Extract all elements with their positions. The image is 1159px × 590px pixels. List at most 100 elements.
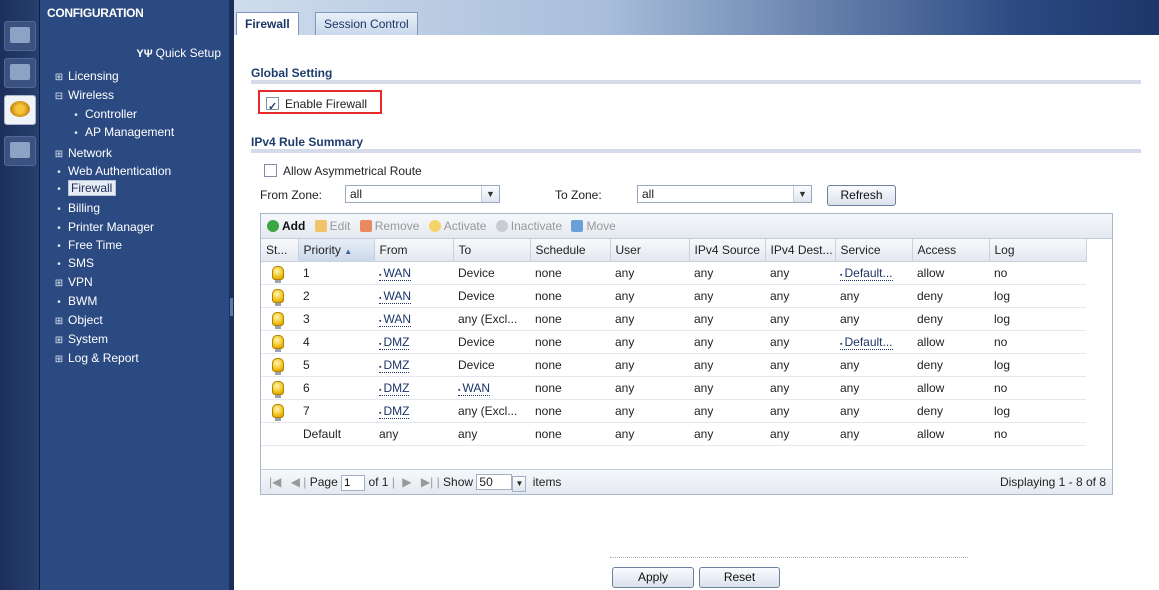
monitor-mode-icon[interactable]: [4, 58, 36, 88]
object-link[interactable]: ▪ DMZ: [379, 358, 410, 373]
column-header-priority[interactable]: Priority ▲: [298, 239, 375, 262]
bulb-active-icon: [272, 288, 284, 306]
column-header-from[interactable]: From: [374, 239, 454, 262]
maintenance-mode-icon[interactable]: [4, 136, 36, 166]
to-cell: any (Excl...: [453, 399, 530, 423]
log-cell: log: [989, 284, 1086, 308]
move-button[interactable]: Move: [571, 219, 616, 233]
apply-button[interactable]: Apply: [612, 567, 694, 588]
object-link[interactable]: ▪ Default...: [840, 335, 893, 350]
page-number-input[interactable]: [341, 475, 366, 491]
user-cell: any: [610, 376, 689, 400]
enable-firewall-highlight: Enable Firewall: [258, 90, 382, 119]
bullet-icon: •: [74, 128, 78, 139]
column-header-schedule[interactable]: Schedule: [530, 239, 611, 262]
asymmetrical-route-label: Allow Asymmetrical Route: [283, 164, 422, 178]
object-icon: ▪: [840, 341, 843, 348]
inactivate-button[interactable]: Inactivate: [495, 219, 562, 233]
table-row[interactable]: Default any any none any any any any all…: [261, 422, 1086, 446]
to-cell: any: [453, 422, 530, 446]
chevron-down-icon[interactable]: ▼: [481, 186, 499, 202]
footer-divider: [610, 557, 968, 559]
table-row[interactable]: 5 ▪ DMZ Device none any any any any deny …: [261, 353, 1086, 377]
table-row[interactable]: 1 ▪ WAN Device none any any any ▪ Default.…: [261, 261, 1086, 285]
service-cell: any: [835, 422, 912, 446]
nav-item-billing[interactable]: • Billing: [53, 201, 100, 217]
source-cell: any: [689, 353, 765, 377]
configuration-mode-icon[interactable]: [4, 95, 36, 125]
object-link[interactable]: ▪ DMZ: [379, 404, 410, 419]
column-header-user[interactable]: User: [610, 239, 690, 262]
log-cell: log: [989, 353, 1086, 377]
column-header-ipv4-source[interactable]: IPv4 Source: [689, 239, 766, 262]
destination-cell: any: [765, 376, 835, 400]
to-zone-select[interactable]: all ▼: [637, 185, 812, 203]
table-row[interactable]: 7 ▪ DMZ any (Excl... none any any any any…: [261, 399, 1086, 423]
object-link[interactable]: ▪ WAN: [379, 312, 412, 327]
page-size-select[interactable]: 50: [476, 474, 513, 490]
source-cell: any: [689, 376, 765, 400]
nav-item-sms[interactable]: • SMS: [53, 256, 94, 272]
column-header-log[interactable]: Log: [989, 239, 1087, 262]
status-cell: [261, 284, 298, 308]
nav-item-bwm[interactable]: • BWM: [53, 294, 97, 310]
nav-item-firewall[interactable]: • Firewall: [53, 180, 117, 197]
nav-item-licensing[interactable]: ⊞ Licensing: [53, 69, 119, 85]
tab-session-control[interactable]: Session Control: [315, 12, 418, 35]
service-cell: any: [835, 376, 912, 400]
table-row[interactable]: 2 ▪ WAN Device none any any any any deny …: [261, 284, 1086, 308]
column-header-access[interactable]: Access: [912, 239, 990, 262]
nav-item-system[interactable]: ⊞ System: [53, 332, 108, 348]
to-cell: Device: [453, 284, 530, 308]
next-page-icon[interactable]: ▶: [402, 475, 411, 489]
column-header-ipv4-destination[interactable]: IPv4 Dest...: [765, 239, 836, 262]
table-row[interactable]: 6 ▪ DMZ ▪ WAN none any any any any allow n…: [261, 376, 1086, 400]
activate-button[interactable]: Activate: [428, 219, 486, 233]
nav-item-network[interactable]: ⊞ Network: [53, 146, 112, 162]
table-row[interactable]: 4 ▪ DMZ Device none any any any ▪ Default.…: [261, 330, 1086, 354]
splitter-grip[interactable]: [230, 298, 233, 316]
nav-item-log-report[interactable]: ⊞ Log & Report: [53, 351, 139, 367]
column-header-status[interactable]: St...: [261, 239, 299, 262]
nav-item-vpn[interactable]: ⊞ VPN: [53, 275, 93, 291]
nav-item-object[interactable]: ⊞ Object: [53, 313, 103, 329]
nav-item-wireless[interactable]: ⊟ Wireless: [53, 88, 114, 104]
object-link[interactable]: ▪ WAN: [458, 381, 491, 396]
nav-item-printer-manager[interactable]: • Printer Manager: [53, 220, 154, 236]
object-link[interactable]: ▪ WAN: [379, 266, 412, 281]
object-link[interactable]: ▪ DMZ: [379, 381, 410, 396]
column-header-to[interactable]: To: [453, 239, 531, 262]
add-button[interactable]: Add: [267, 219, 305, 233]
rule-grid: Add Edit Remove Activate Inactivate Move…: [260, 213, 1113, 495]
quick-setup-link[interactable]: ΥΨ Quick Setup: [136, 46, 221, 60]
remove-button[interactable]: Remove: [359, 219, 419, 233]
refresh-button[interactable]: Refresh: [827, 185, 896, 206]
asymmetrical-route-checkbox[interactable]: [264, 164, 277, 177]
enable-firewall-checkbox[interactable]: [266, 95, 279, 119]
nav-item-controller[interactable]: • Controller: [70, 107, 137, 123]
column-header-service[interactable]: Service: [835, 239, 913, 262]
nav-item-free-time[interactable]: • Free Time: [53, 238, 122, 254]
nav-item-web-authentication[interactable]: • Web Authentication: [53, 164, 171, 180]
dashboard-mode-icon[interactable]: [4, 21, 36, 51]
pager-separator: |: [436, 475, 440, 489]
destination-cell: any: [765, 399, 835, 423]
table-row[interactable]: 3 ▪ WAN any (Excl... none any any any any…: [261, 307, 1086, 331]
last-page-icon[interactable]: ▶|: [421, 475, 433, 489]
reset-button[interactable]: Reset: [699, 567, 780, 588]
object-link[interactable]: ▪ WAN: [379, 289, 412, 304]
chevron-down-icon[interactable]: ▼: [512, 476, 527, 492]
previous-page-icon[interactable]: ◀: [291, 475, 300, 489]
object-link[interactable]: ▪ Default...: [840, 266, 893, 281]
object-icon: ▪: [379, 295, 382, 302]
object-link[interactable]: ▪ DMZ: [379, 335, 410, 350]
bulb-off-icon: [495, 220, 508, 232]
nav-item-ap-management[interactable]: • AP Management: [70, 125, 174, 141]
first-page-icon[interactable]: |◀: [269, 475, 281, 489]
from-zone-select[interactable]: all ▼: [345, 185, 500, 203]
edit-button[interactable]: Edit: [314, 219, 350, 233]
tab-firewall[interactable]: Firewall: [236, 12, 299, 36]
table-header-row: St... Priority ▲ From To Schedule User I…: [261, 239, 1087, 262]
user-cell: any: [610, 284, 689, 308]
chevron-down-icon[interactable]: ▼: [793, 186, 811, 202]
